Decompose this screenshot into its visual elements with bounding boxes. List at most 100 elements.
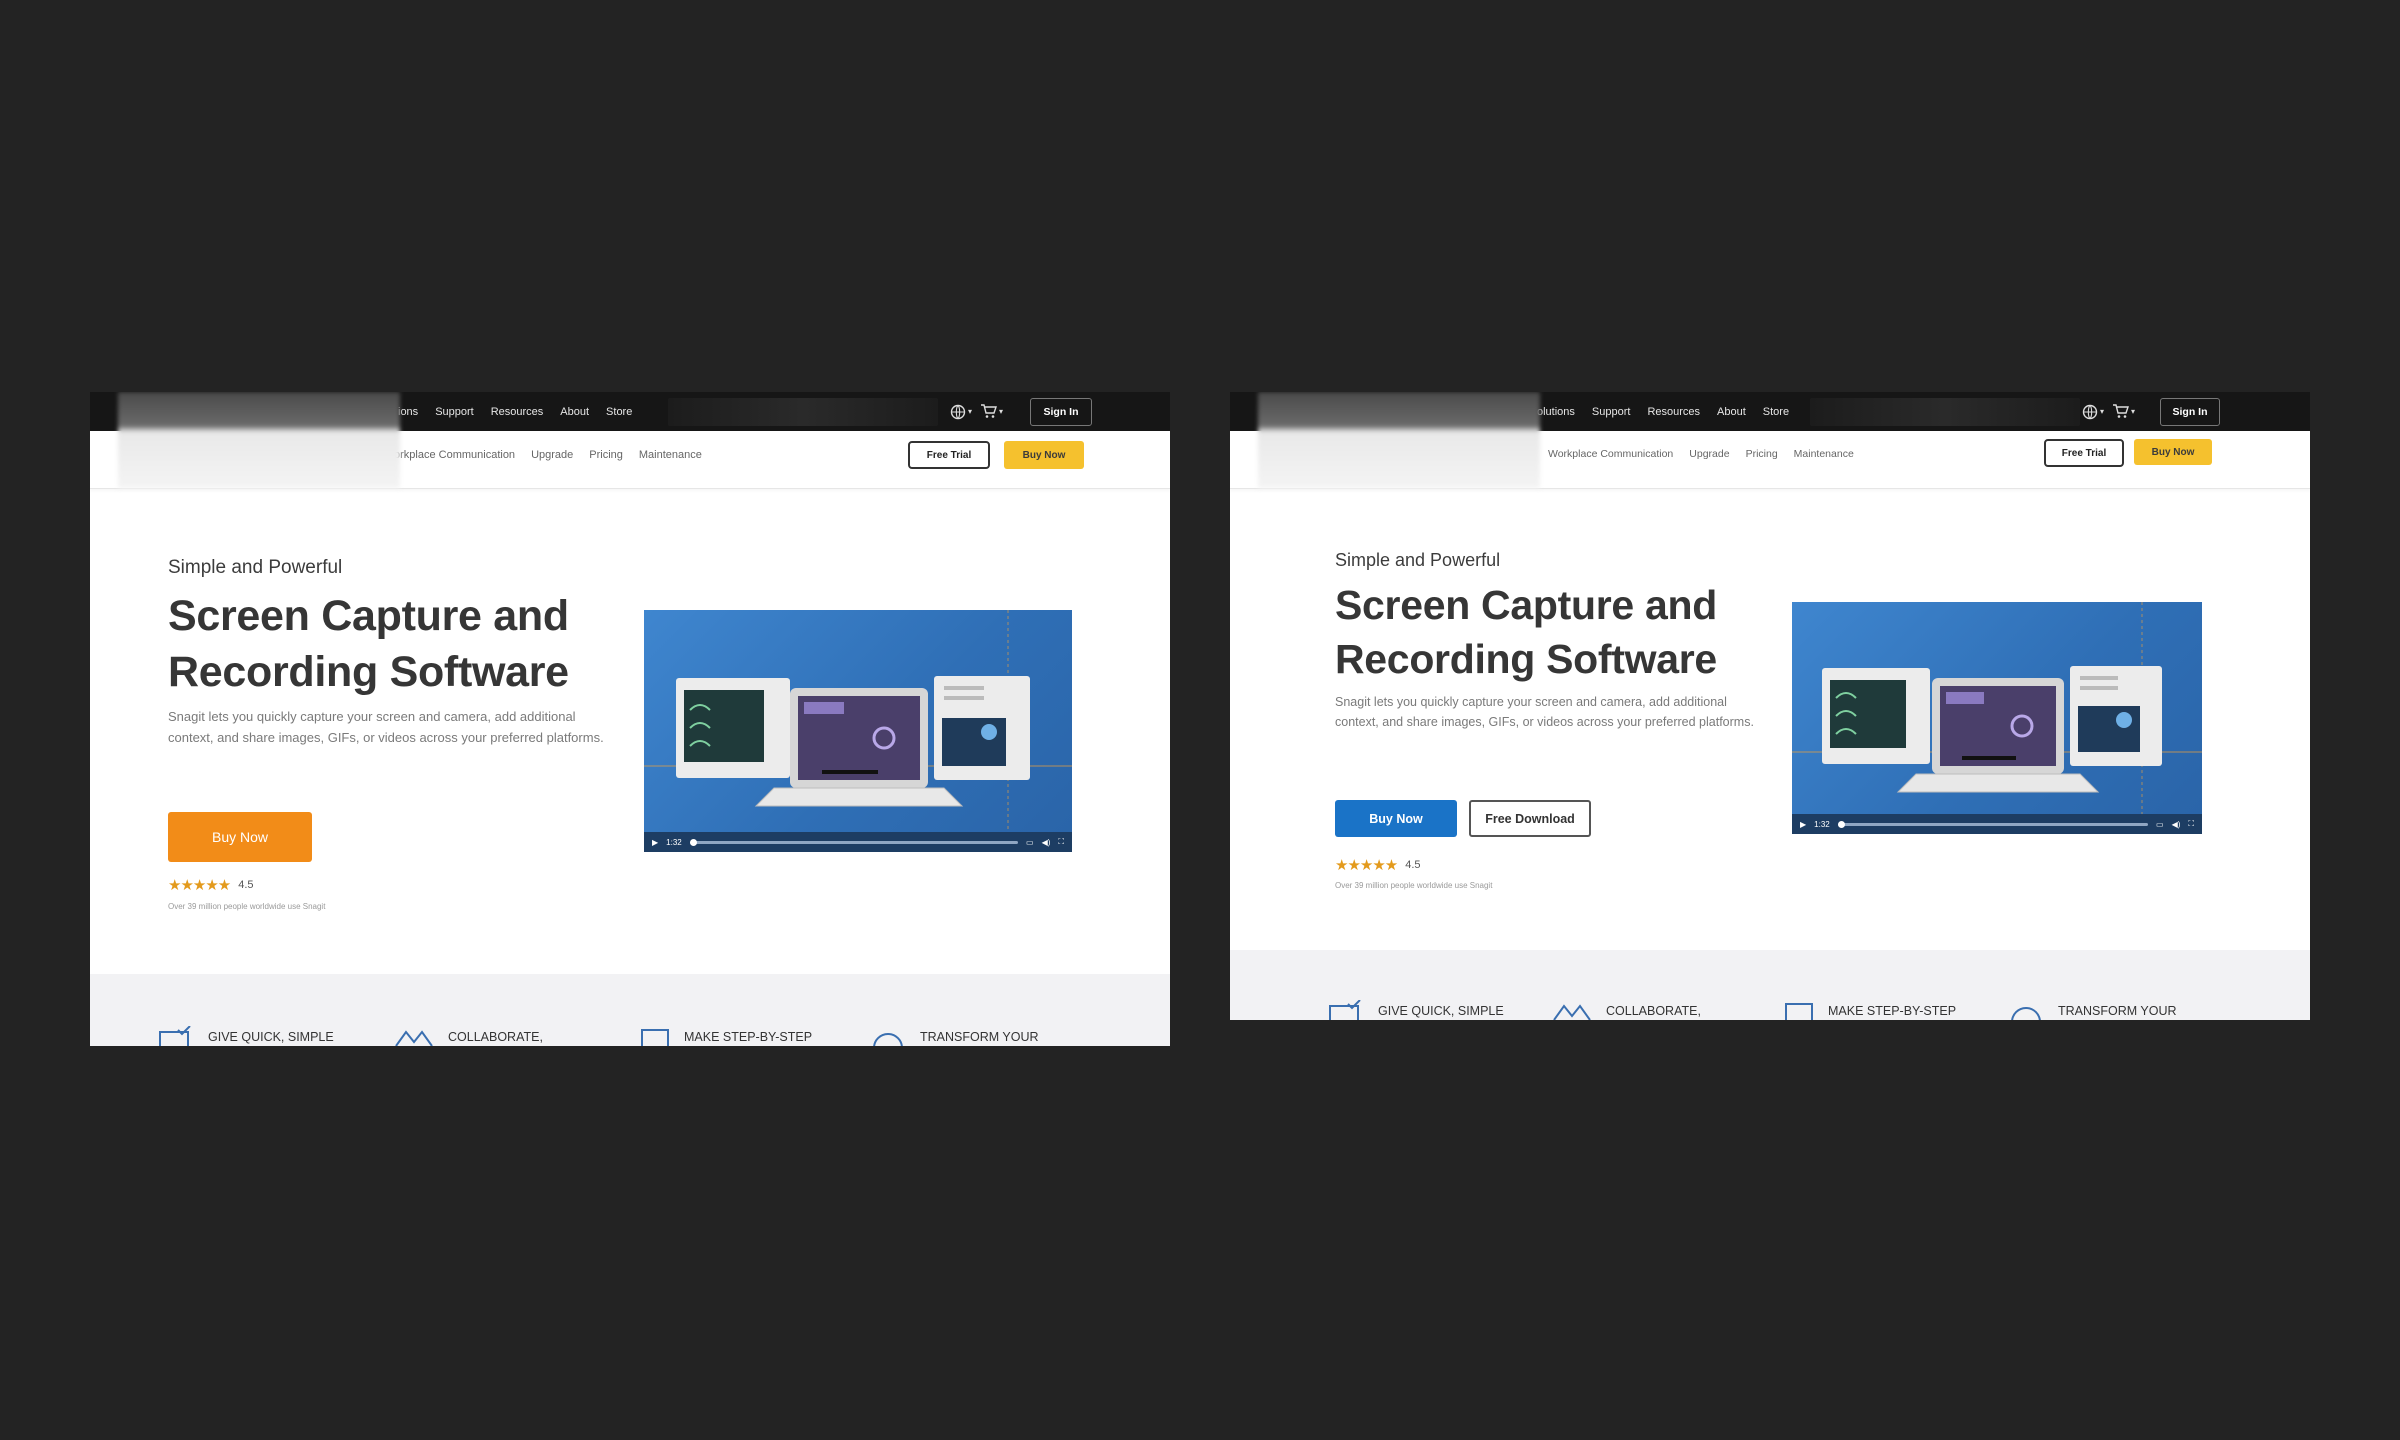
eyebrow-text: Simple and Powerful xyxy=(168,557,343,578)
sign-in-button[interactable]: Sign In xyxy=(2160,398,2220,426)
chevron-down-icon: ▾ xyxy=(999,407,1004,416)
feature-step-by-step: MAKE STEP-BY-STEP xyxy=(1782,1000,1956,1020)
top-nav-links: ions Support Resources About Store xyxy=(398,392,632,431)
cart-button[interactable]: ▾ xyxy=(2112,404,2135,419)
buy-now-nav-button[interactable]: Buy Now xyxy=(1004,441,1084,469)
users-note: Over 39 million people worldwide use Sna… xyxy=(1335,881,1493,890)
collaborate-icon xyxy=(395,1030,433,1046)
headline-line-2: Recording Software xyxy=(168,648,569,696)
blurred-logo xyxy=(1258,392,1540,488)
sign-in-button[interactable]: Sign In xyxy=(1030,398,1092,426)
feature-label: MAKE STEP-BY-STEP xyxy=(1828,1004,1957,1018)
video-time: 1:32 xyxy=(1814,819,1830,829)
cart-button[interactable]: ▾ xyxy=(980,404,1003,419)
play-icon[interactable]: ▶ xyxy=(652,838,658,847)
video-progress-bar[interactable] xyxy=(1837,820,2148,828)
headline-line-1: Screen Capture and xyxy=(1335,582,1717,628)
feature-label: COLLABORATE, xyxy=(448,1030,543,1044)
collaborate-icon xyxy=(1553,1004,1591,1020)
hero-description: Snagit lets you quickly capture your scr… xyxy=(168,709,604,746)
fullscreen-icon[interactable]: ⛶ xyxy=(1058,837,1064,847)
top-nav-about[interactable]: About xyxy=(560,406,589,418)
top-nav-support[interactable]: Support xyxy=(1592,406,1631,418)
buy-now-button[interactable]: Buy Now xyxy=(1335,800,1457,837)
free-trial-button[interactable]: Free Trial xyxy=(2044,439,2124,467)
feature-label: GIVE QUICK, SIMPLE xyxy=(1378,1004,1504,1018)
top-nav-links: olutions Support Resources About Store xyxy=(1537,392,1789,431)
volume-icon[interactable]: ◀) xyxy=(2172,820,2181,829)
video-controls: ▶ 1:32 ▭ ◀) ⛶ xyxy=(644,832,1072,852)
video-thumbnail-illustration xyxy=(1792,602,2202,814)
cart-icon xyxy=(2113,404,2129,418)
top-nav-store[interactable]: Store xyxy=(606,406,632,418)
feature-label: GIVE QUICK, SIMPLE xyxy=(208,1030,334,1044)
sub-nav-pricing[interactable]: Pricing xyxy=(1746,448,1778,460)
free-trial-button[interactable]: Free Trial xyxy=(908,441,990,469)
rating: ★★★★★ 4.5 xyxy=(1335,856,1421,874)
video-time: 1:32 xyxy=(666,837,682,847)
users-note: Over 39 million people worldwide use Sna… xyxy=(168,902,326,911)
sub-nav-maintenance[interactable]: Maintenance xyxy=(1794,448,1854,460)
top-nav-about[interactable]: About xyxy=(1717,406,1746,418)
feature-label: TRANSFORM YOUR xyxy=(920,1030,1039,1044)
transform-icon xyxy=(2011,1007,2041,1020)
sub-nav-links: orkplace Communication Upgrade Pricing M… xyxy=(394,449,702,461)
eyebrow-text: Simple and Powerful xyxy=(1335,550,1501,570)
chevron-down-icon: ▾ xyxy=(968,407,973,416)
top-nav-resources[interactable]: Resources xyxy=(491,406,544,418)
top-nav-resources[interactable]: Resources xyxy=(1647,406,1700,418)
sub-nav-maintenance[interactable]: Maintenance xyxy=(639,449,702,461)
feature-transform: TRANSFORM YOUR xyxy=(2008,1000,2177,1020)
captions-icon[interactable]: ▭ xyxy=(1026,838,1034,847)
star-icon: ★★★★★ xyxy=(1335,857,1398,874)
product-video[interactable]: ▶ 1:32 ▭ ◀) ⛶ xyxy=(644,610,1072,852)
volume-icon[interactable]: ◀) xyxy=(1042,838,1051,847)
top-nav-icons: ▾ ▾ xyxy=(950,392,1003,431)
sub-nav-workplace[interactable]: Workplace Communication xyxy=(1548,448,1673,460)
chat-check-icon xyxy=(1329,1000,1361,1020)
video-controls: ▶ 1:32 ▭ ◀) ⛶ xyxy=(1792,814,2202,834)
rating: ★★★★★ 4.5 xyxy=(168,876,254,894)
feature-collaborate: COLLABORATE, xyxy=(1550,1000,1701,1020)
language-selector[interactable]: ▾ xyxy=(2082,404,2104,420)
fullscreen-icon[interactable]: ⛶ xyxy=(2188,819,2194,829)
transform-icon xyxy=(873,1033,903,1046)
hero-description: Snagit lets you quickly capture your scr… xyxy=(1335,695,1754,730)
blurred-logo xyxy=(118,392,400,488)
feature-collaborate: COLLABORATE, xyxy=(392,1026,543,1046)
sub-nav-links: Workplace Communication Upgrade Pricing … xyxy=(1548,448,1854,460)
chat-check-icon xyxy=(159,1026,191,1046)
document-icon xyxy=(641,1029,669,1046)
video-progress-bar[interactable] xyxy=(689,838,1018,846)
captions-icon[interactable]: ▭ xyxy=(2156,820,2164,829)
feature-step-by-step: MAKE STEP-BY-STEP xyxy=(638,1026,812,1046)
website-screenshot-before: ions Support Resources About Store ▾ ▾ S… xyxy=(90,392,1170,1046)
top-nav-store[interactable]: Store xyxy=(1763,406,1789,418)
feature-label: TRANSFORM YOUR xyxy=(2058,1004,2177,1018)
top-nav-support[interactable]: Support xyxy=(435,406,474,418)
features-strip: GIVE QUICK, SIMPLE COLLABORATE, MAKE STE… xyxy=(1230,950,2310,1020)
top-nav-solutions[interactable]: olutions xyxy=(1537,406,1575,418)
cart-icon xyxy=(981,404,997,418)
product-video[interactable]: ▶ 1:32 ▭ ◀) ⛶ xyxy=(1792,602,2202,834)
website-screenshot-after: olutions Support Resources About Store ▾… xyxy=(1230,392,2310,1020)
headline-line-1: Screen Capture and xyxy=(168,592,569,640)
globe-icon xyxy=(2082,404,2098,419)
buy-now-nav-button[interactable]: Buy Now xyxy=(2134,439,2212,465)
feature-quick-simple: GIVE QUICK, SIMPLE xyxy=(158,1026,334,1046)
sub-nav-upgrade[interactable]: Upgrade xyxy=(531,449,573,461)
language-selector[interactable]: ▾ xyxy=(950,404,972,420)
blurred-region xyxy=(668,398,938,426)
play-icon[interactable]: ▶ xyxy=(1800,820,1806,829)
top-nav-solutions[interactable]: ions xyxy=(398,406,418,418)
globe-icon xyxy=(950,404,966,419)
sub-nav-upgrade[interactable]: Upgrade xyxy=(1689,448,1729,460)
free-download-button[interactable]: Free Download xyxy=(1469,800,1591,837)
feature-quick-simple: GIVE QUICK, SIMPLE xyxy=(1328,1000,1504,1020)
sub-nav-workplace[interactable]: orkplace Communication xyxy=(394,449,515,461)
features-strip: GIVE QUICK, SIMPLE COLLABORATE, MAKE STE… xyxy=(90,974,1170,1046)
buy-now-button[interactable]: Buy Now xyxy=(168,812,312,862)
sub-nav-pricing[interactable]: Pricing xyxy=(589,449,623,461)
top-nav-icons: ▾ ▾ xyxy=(2082,392,2135,431)
headline-line-2: Recording Software xyxy=(1335,636,1717,682)
